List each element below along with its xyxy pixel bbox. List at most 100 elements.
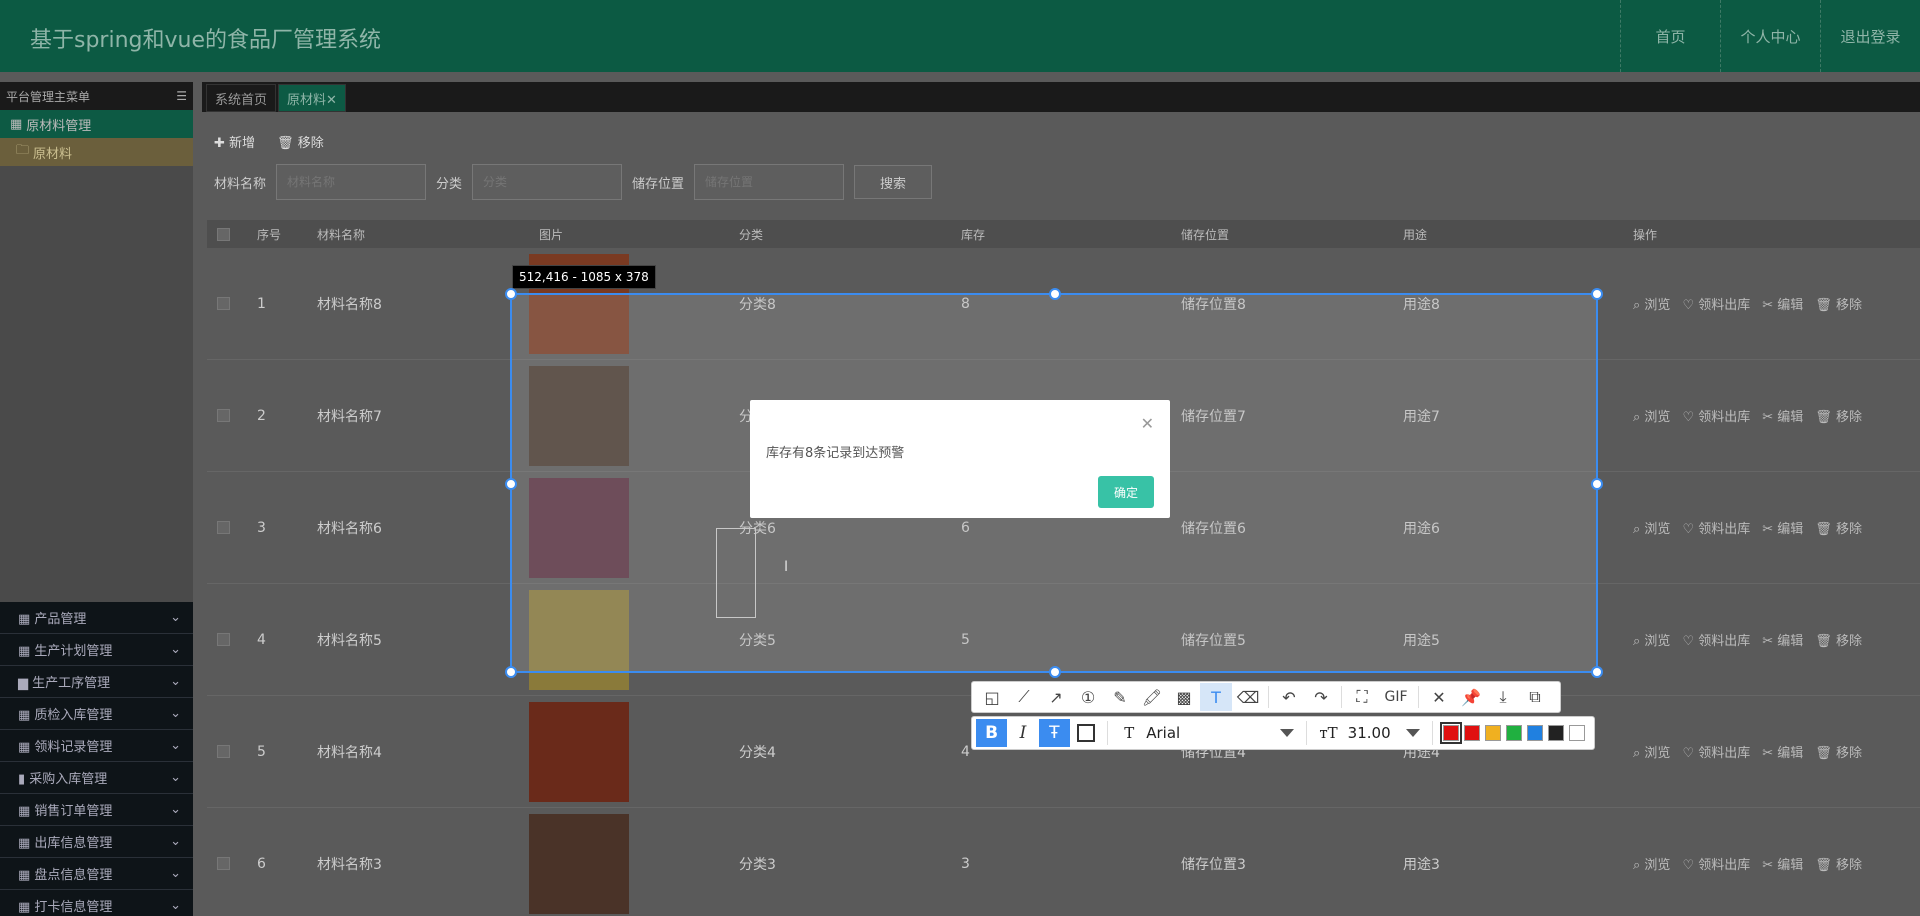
color-swatch[interactable]	[1485, 725, 1502, 741]
scroll-capture-icon[interactable]: ⛶	[1346, 683, 1378, 711]
view-button[interactable]: ⌕ 浏览	[1633, 742, 1670, 761]
resize-handle-e[interactable]	[1591, 478, 1603, 490]
eraser-tool-icon[interactable]: ⌫	[1232, 683, 1264, 711]
add-button[interactable]: ✚ 新增	[214, 132, 255, 151]
italic-button[interactable]: I	[1007, 719, 1038, 747]
current-color-swatch[interactable]	[1440, 722, 1463, 744]
view-button[interactable]: ⌕ 浏览	[1633, 630, 1670, 649]
material-thumbnail[interactable]	[529, 701, 629, 802]
pencil-tool-icon[interactable]: ✎	[1104, 683, 1136, 711]
pick-out-button[interactable]: ♡ 领料出库	[1682, 854, 1750, 873]
polyline-tool-icon[interactable]: ⟋	[1008, 683, 1040, 711]
pick-out-button[interactable]: ♡ 领料出库	[1682, 518, 1750, 537]
location-filter-input[interactable]	[694, 164, 845, 200]
delete-button[interactable]: 🗑 移除	[1815, 518, 1862, 537]
row-checkbox[interactable]	[217, 297, 230, 310]
edit-button[interactable]: ✂ 编辑	[1762, 406, 1803, 425]
row-checkbox[interactable]	[217, 633, 230, 646]
pick-out-button[interactable]: ♡ 领料出库	[1682, 742, 1750, 761]
undo-icon[interactable]: ↶	[1273, 683, 1305, 711]
sidebar-group-materials[interactable]: ▦ 原材料管理	[0, 110, 193, 138]
delete-button[interactable]: 🗑 移除	[1815, 294, 1862, 313]
sidebar-group-processes[interactable]: ▆ 生产工序管理 ⌄	[0, 666, 193, 698]
sidebar-group-outbound[interactable]: ▦ 出库信息管理 ⌄	[0, 826, 193, 858]
cancel-icon[interactable]: ✕	[1423, 683, 1455, 711]
tab-materials[interactable]: 原材料✕	[278, 84, 346, 112]
font-size-select[interactable]: ᴛT 31.00	[1313, 724, 1426, 742]
bold-button[interactable]: B	[976, 719, 1008, 747]
nav-home[interactable]: 首页	[1620, 0, 1720, 72]
color-swatch[interactable]	[1527, 725, 1544, 741]
text-outline-icon[interactable]: Ŧ	[1038, 719, 1070, 747]
text-annotation-box[interactable]	[716, 528, 756, 618]
resize-handle-s[interactable]	[1049, 666, 1061, 678]
color-swatch[interactable]	[1548, 725, 1565, 741]
view-button[interactable]: ⌕ 浏览	[1633, 294, 1670, 313]
row-checkbox[interactable]	[217, 521, 230, 534]
material-thumbnail[interactable]	[529, 813, 629, 914]
category-filter-input[interactable]	[472, 164, 623, 200]
sidebar-group-qc[interactable]: ▦ 质检入库管理 ⌄	[0, 698, 193, 730]
edit-button[interactable]: ✂ 编辑	[1762, 518, 1803, 537]
row-checkbox[interactable]	[217, 745, 230, 758]
color-swatch[interactable]	[1569, 725, 1586, 741]
tab-home[interactable]: 系统首页	[206, 84, 277, 112]
search-button[interactable]: 搜索	[854, 165, 933, 199]
pick-out-button[interactable]: ♡ 领料出库	[1682, 294, 1750, 313]
nav-profile[interactable]: 个人中心	[1720, 0, 1820, 72]
font-family-select[interactable]: T Arial	[1114, 724, 1300, 742]
row-checkbox[interactable]	[217, 857, 230, 870]
resize-handle-n[interactable]	[1049, 288, 1061, 300]
confirm-button[interactable]: 确定	[1098, 476, 1154, 508]
select-all-checkbox[interactable]	[217, 227, 230, 241]
resize-handle-nw[interactable]	[505, 288, 517, 300]
download-icon[interactable]: ⤓	[1487, 683, 1519, 711]
menu-toggle-icon[interactable]: ☰	[176, 89, 187, 103]
copy-icon[interactable]: ⧉	[1519, 683, 1551, 711]
close-icon[interactable]: ✕	[1141, 414, 1154, 433]
gif-button[interactable]: GIF	[1378, 683, 1414, 711]
chevron-down-icon: ⌄	[170, 738, 181, 753]
sidebar-item-materials[interactable]: 🗀 原材料	[0, 138, 193, 166]
view-button[interactable]: ⌕ 浏览	[1633, 854, 1670, 873]
edit-button[interactable]: ✂ 编辑	[1762, 742, 1803, 761]
sidebar-group-inventory[interactable]: ▦ 盘点信息管理 ⌄	[0, 858, 193, 890]
edit-button[interactable]: ✂ 编辑	[1762, 294, 1803, 313]
mosaic-tool-icon[interactable]: ▩	[1168, 683, 1200, 711]
arrow-tool-icon[interactable]: ↗	[1040, 683, 1072, 711]
delete-button[interactable]: 🗑 移除	[1815, 406, 1862, 425]
sidebar-group-products[interactable]: ▦ 产品管理 ⌄	[0, 602, 193, 634]
delete-button[interactable]: 🗑 移除	[1815, 854, 1862, 873]
highlighter-tool-icon[interactable]: 🖍	[1136, 683, 1168, 711]
edit-button[interactable]: ✂ 编辑	[1762, 854, 1803, 873]
color-swatch[interactable]	[1464, 725, 1481, 741]
view-button[interactable]: ⌕ 浏览	[1633, 518, 1670, 537]
text-background-icon[interactable]	[1070, 719, 1101, 747]
folder-icon: 🗀	[16, 143, 30, 158]
delete-button[interactable]: 🗑 移除	[1815, 630, 1862, 649]
text-tool-icon[interactable]: T	[1200, 683, 1232, 711]
resize-handle-w[interactable]	[505, 478, 517, 490]
sidebar-group-purchase[interactable]: ▮ 采购入库管理 ⌄	[0, 762, 193, 794]
number-marker-icon[interactable]: ①	[1072, 683, 1104, 711]
pick-out-button[interactable]: ♡ 领料出库	[1682, 630, 1750, 649]
resize-handle-sw[interactable]	[505, 666, 517, 678]
sidebar-group-picking[interactable]: ▦ 领料记录管理 ⌄	[0, 730, 193, 762]
sidebar-group-attendance[interactable]: ▦ 打卡信息管理 ⌄	[0, 890, 193, 916]
row-checkbox[interactable]	[217, 409, 230, 422]
color-swatch[interactable]	[1506, 725, 1523, 741]
delete-button[interactable]: 🗑 移除	[1815, 742, 1862, 761]
name-filter-input[interactable]	[276, 164, 427, 200]
redo-icon[interactable]: ↷	[1305, 683, 1337, 711]
resize-handle-se[interactable]	[1591, 666, 1603, 678]
sidebar-group-plans[interactable]: ▦ 生产计划管理 ⌄	[0, 634, 193, 666]
pin-icon[interactable]: 📌	[1455, 683, 1487, 711]
pick-out-button[interactable]: ♡ 领料出库	[1682, 406, 1750, 425]
remove-button[interactable]: 🗑 移除	[277, 132, 324, 151]
resize-handle-ne[interactable]	[1591, 288, 1603, 300]
view-button[interactable]: ⌕ 浏览	[1633, 406, 1670, 425]
shape-tool-icon[interactable]: ◱	[976, 683, 1008, 711]
sidebar-group-sales[interactable]: ▦ 销售订单管理 ⌄	[0, 794, 193, 826]
edit-button[interactable]: ✂ 编辑	[1762, 630, 1803, 649]
nav-logout[interactable]: 退出登录	[1820, 0, 1920, 72]
